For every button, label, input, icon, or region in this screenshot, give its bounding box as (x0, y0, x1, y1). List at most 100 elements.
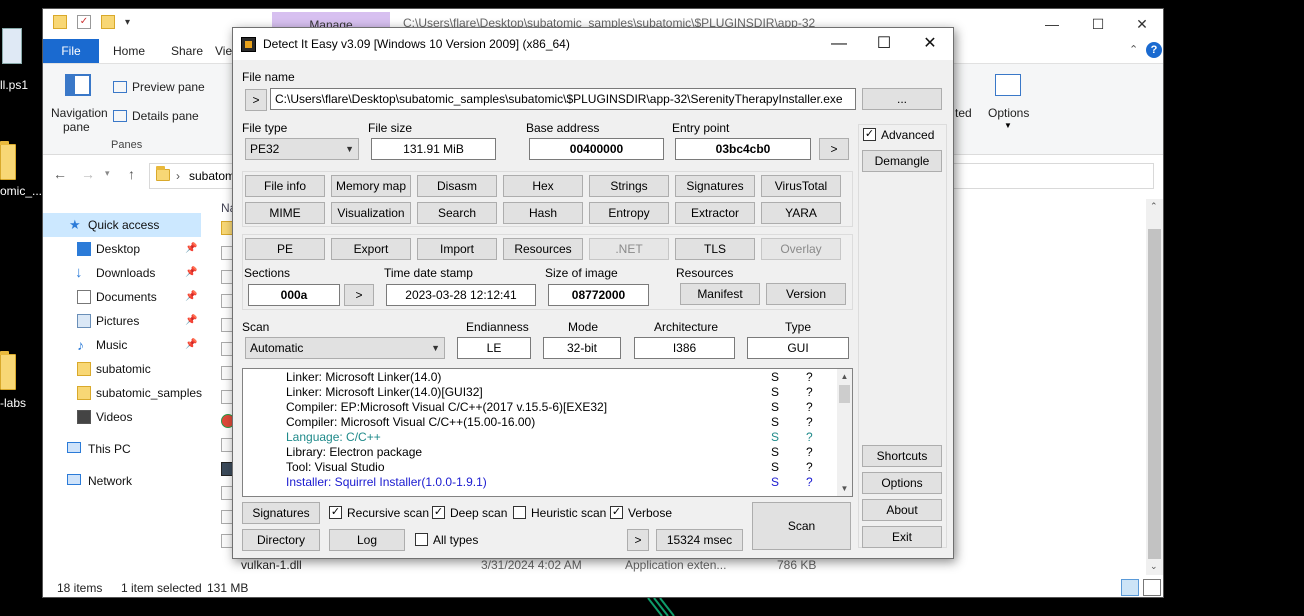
pe-buttons-net-button[interactable]: .NET (589, 238, 669, 260)
address-crumb[interactable]: subatom (189, 169, 235, 183)
result-row[interactable]: Compiler: EP:Microsoft Visual C/C++(2017… (243, 400, 839, 415)
tool-buttons-row2-visualization-button[interactable]: Visualization (331, 202, 411, 224)
up-icon[interactable]: ↑ (128, 166, 135, 182)
tool-buttons-row2-mime-button[interactable]: MIME (245, 202, 325, 224)
pe-buttons-pe-button[interactable]: PE (245, 238, 325, 260)
tool-buttons-row1-hex-button[interactable]: Hex (503, 175, 583, 197)
nav-videos[interactable]: Videos (43, 405, 201, 429)
navigation-pane-icon[interactable] (65, 74, 91, 96)
result-row[interactable]: Language: C/C++ S? (243, 430, 839, 445)
customize-toolbar-icon[interactable]: ▾ (125, 17, 130, 28)
pin-icon[interactable]: 📌 (185, 261, 197, 285)
navigation-pane-label2[interactable]: pane (63, 120, 90, 134)
result-row[interactable]: Linker: Microsoft Linker(14.0) S? (243, 370, 839, 385)
tab-home[interactable]: Home (113, 44, 145, 58)
pin-icon[interactable]: 📌 (185, 285, 197, 309)
nav-subatomic[interactable]: subatomic (43, 357, 201, 381)
new-folder-icon[interactable] (101, 15, 115, 29)
nav-subatomic-samples[interactable]: subatomic_samples (43, 381, 202, 405)
entry-point-button[interactable]: > (819, 138, 849, 160)
tool-buttons-row2-yara-button[interactable]: YARA (761, 202, 841, 224)
about-button[interactable]: About (862, 499, 942, 521)
nav-downloads[interactable]: ↓ Downloads 📌 (43, 261, 201, 285)
result-row[interactable]: Tool: Visual Studio S? (243, 460, 839, 475)
tool-buttons-row1-virustotal-button[interactable]: VirusTotal (761, 175, 841, 197)
scan-button[interactable]: Scan (752, 502, 851, 550)
recent-files-button[interactable]: > (245, 89, 267, 111)
desktop-icon-folder[interactable]: omic_... (0, 140, 42, 210)
nav-desktop[interactable]: Desktop 📌 (43, 237, 201, 261)
elapsed-details-button[interactable]: > (627, 529, 649, 551)
close-icon[interactable]: ✕ (907, 30, 953, 58)
pin-icon[interactable]: 📌 (185, 333, 197, 357)
details-pane-button[interactable]: Details pane (132, 109, 199, 123)
back-icon[interactable]: ← (53, 166, 67, 182)
signatures-button[interactable]: Signatures (242, 502, 320, 524)
forward-icon[interactable]: → (81, 166, 95, 182)
maximize-icon[interactable]: ☐ (1075, 13, 1121, 35)
file-list-scrollbar[interactable]: ⌃ ⌄ (1146, 199, 1163, 575)
scroll-down-icon[interactable]: ⌄ (1150, 561, 1158, 572)
pe-buttons-tls-button[interactable]: TLS (675, 238, 755, 260)
pe-buttons-import-button[interactable]: Import (417, 238, 497, 260)
nav-quick-access[interactable]: ★ Quick access (43, 213, 201, 237)
large-icons-view-icon[interactable] (1143, 579, 1161, 596)
minimize-icon[interactable]: — (1029, 13, 1075, 35)
minimize-icon[interactable]: — (816, 30, 862, 58)
tool-buttons-row1-memory-map-button[interactable]: Memory map (331, 175, 411, 197)
result-row[interactable]: Linker: Microsoft Linker(14.0)[GUI32] S? (243, 385, 839, 400)
tool-buttons-row1-file-info-button[interactable]: File info (245, 175, 325, 197)
sections-button[interactable]: > (344, 284, 374, 306)
heuristic-scan-checkbox[interactable]: Heuristic scan (513, 505, 608, 521)
tool-buttons-row1-signatures-button[interactable]: Signatures (675, 175, 755, 197)
browse-button[interactable]: ... (862, 88, 942, 110)
maximize-icon[interactable]: ☐ (861, 30, 907, 58)
scroll-thumb[interactable] (839, 385, 850, 403)
file-path-field[interactable]: C:\Users\flare\Desktop\subatomic_samples… (270, 88, 856, 110)
details-view-icon[interactable] (1121, 579, 1139, 596)
nav-pictures[interactable]: Pictures 📌 (43, 309, 201, 333)
properties-icon[interactable]: ✓ (77, 15, 91, 29)
file-type-select[interactable]: PE32 ▼ (245, 138, 359, 160)
navigation-pane-label[interactable]: Navigation (51, 106, 108, 120)
scan-mode-select[interactable]: Automatic ▼ (245, 337, 445, 359)
folder-icon[interactable] (53, 15, 67, 29)
close-icon[interactable]: ✕ (1119, 13, 1165, 35)
preview-pane-button[interactable]: Preview pane (132, 80, 205, 94)
collapse-ribbon-icon[interactable]: ⌃ (1129, 43, 1138, 56)
shortcuts-button[interactable]: Shortcuts (862, 445, 942, 467)
desktop-icon-labs[interactable]: -labs (0, 350, 40, 420)
pin-icon[interactable]: 📌 (185, 309, 197, 333)
nav-this-pc[interactable]: This PC (43, 437, 201, 461)
recursive-scan-checkbox[interactable]: ✓ Recursive scan (329, 505, 429, 521)
log-button[interactable]: Log (329, 529, 405, 551)
tool-buttons-row2-hash-button[interactable]: Hash (503, 202, 583, 224)
deep-scan-checkbox[interactable]: ✓ Deep scan (432, 505, 512, 521)
desktop-icon-ps1[interactable]: ll.ps1 (0, 28, 40, 98)
tool-buttons-row1-strings-button[interactable]: Strings (589, 175, 669, 197)
pe-buttons-resources-button[interactable]: Resources (503, 238, 583, 260)
tool-buttons-row2-extractor-button[interactable]: Extractor (675, 202, 755, 224)
verbose-checkbox[interactable]: ✓ Verbose (610, 505, 680, 521)
hidden-items-label[interactable]: ted (955, 106, 972, 120)
version-button[interactable]: Version (766, 283, 846, 305)
result-row[interactable]: Installer: Squirrel Installer(1.0.0-1.9.… (243, 475, 839, 490)
pe-buttons-export-button[interactable]: Export (331, 238, 411, 260)
scroll-up-icon[interactable]: ⌃ (1150, 201, 1158, 212)
tool-buttons-row1-disasm-button[interactable]: Disasm (417, 175, 497, 197)
tab-share[interactable]: Share (171, 44, 203, 58)
pin-icon[interactable]: 📌 (185, 237, 197, 261)
tool-buttons-row2-search-button[interactable]: Search (417, 202, 497, 224)
recent-icon[interactable]: ▾ (105, 168, 110, 179)
pe-buttons-overlay-button[interactable]: Overlay (761, 238, 841, 260)
options-button[interactable]: Options (988, 106, 1029, 120)
options-icon[interactable] (995, 74, 1021, 96)
tab-file[interactable]: File (43, 39, 99, 63)
result-row[interactable]: Library: Electron package S? (243, 445, 839, 460)
nav-network[interactable]: Network (43, 469, 201, 493)
results-scrollbar[interactable]: ▲ ▼ (837, 369, 852, 496)
help-icon[interactable]: ? (1146, 42, 1162, 58)
directory-button[interactable]: Directory (242, 529, 320, 551)
nav-music[interactable]: ♪ Music 📌 (43, 333, 201, 357)
options-button[interactable]: Options (862, 472, 942, 494)
